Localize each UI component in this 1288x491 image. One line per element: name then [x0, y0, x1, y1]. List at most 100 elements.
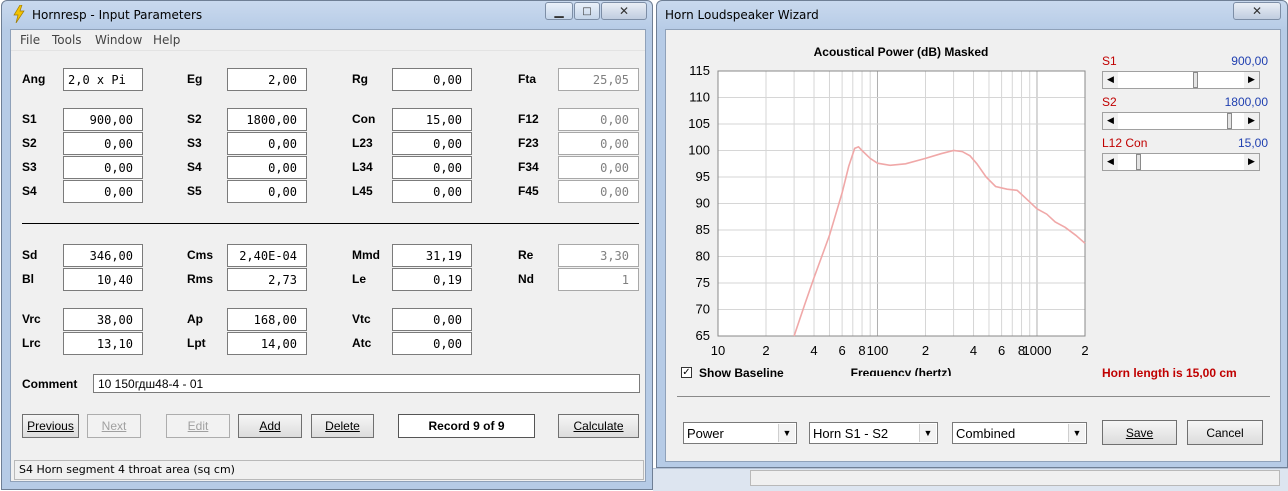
param-label-rg: Rg — [352, 72, 368, 86]
close-icon: ✕ — [618, 4, 630, 18]
edit-button[interactable]: Edit — [166, 414, 230, 438]
param-label-s3: S3 — [22, 160, 37, 174]
slider-1[interactable]: ◀ ▶ — [1102, 112, 1260, 130]
delete-button[interactable]: Delete — [311, 414, 374, 438]
window-title: Hornresp - Input Parameters — [32, 8, 203, 22]
param-input-l34[interactable]: 0,00 — [392, 156, 472, 179]
param-input-mmd[interactable]: 31,19 — [392, 244, 472, 267]
x-tick-label: 6 — [838, 343, 845, 358]
param-input-s2[interactable]: 1800,00 — [227, 108, 307, 131]
param-input-fta[interactable]: 25,05 — [558, 68, 639, 91]
close-button[interactable]: ✕ — [601, 2, 647, 20]
param-input-s5[interactable]: 0,00 — [227, 180, 307, 203]
param-input-rms[interactable]: 2,73 — [227, 268, 307, 291]
param-input-s3[interactable]: 0,00 — [63, 156, 143, 179]
param-input-cms[interactable]: 2,40E-04 — [227, 244, 307, 267]
param-input-nd[interactable]: 1 — [558, 268, 639, 291]
param-label-l45: L45 — [352, 184, 373, 198]
menu-file[interactable]: File — [20, 33, 40, 47]
param-label-eg: Eg — [187, 72, 203, 86]
param-input-lpt[interactable]: 14,00 — [227, 332, 307, 355]
param-input-l45[interactable]: 0,00 — [392, 180, 472, 203]
x-tick-label: 8 — [858, 343, 865, 358]
chart-title: Acoustical Power (dB) Masked — [814, 45, 989, 59]
wizard-close-button[interactable]: ✕ — [1233, 2, 1281, 20]
slider-0[interactable]: ◀ ▶ — [1102, 71, 1260, 89]
save-button-label: Save — [1125, 425, 1154, 440]
show-baseline-label[interactable]: Show Baseline — [699, 366, 784, 380]
arrow-right-icon[interactable]: ▶ — [1244, 113, 1259, 129]
record-indicator: Record 9 of 9 — [398, 414, 535, 438]
param-label-s1: S1 — [22, 112, 37, 126]
slider-value-0: 900,00 — [1231, 54, 1268, 68]
param-input-eg[interactable]: 2,00 — [227, 68, 307, 91]
y-tick-label: 65 — [696, 328, 710, 343]
param-label-s5: S5 — [187, 184, 202, 198]
param-input-lrc[interactable]: 13,10 — [63, 332, 143, 355]
previous-button[interactable]: Previous — [22, 414, 79, 438]
y-tick-label: 95 — [696, 169, 710, 184]
next-button[interactable]: Next — [87, 414, 141, 438]
calculate-button[interactable]: Calculate — [558, 414, 639, 438]
param-input-f34[interactable]: 0,00 — [558, 156, 639, 179]
param-label-lrc: Lrc — [22, 336, 41, 350]
arrow-left-icon[interactable]: ◀ — [1103, 72, 1118, 88]
param-input-s1[interactable]: 900,00 — [63, 108, 143, 131]
cancel-button[interactable]: Cancel — [1187, 420, 1263, 445]
param-label-f34: F34 — [518, 160, 539, 174]
combination-value: Combined — [956, 426, 1016, 441]
menu-help[interactable]: Help — [153, 33, 180, 47]
minimize-button[interactable]: ▁ — [545, 2, 573, 20]
param-input-f12[interactable]: 0,00 — [558, 108, 639, 131]
x-tick-label: 6 — [998, 343, 1005, 358]
param-input-ang[interactable]: 2,0 x Pi — [63, 68, 143, 91]
slider-thumb[interactable] — [1226, 113, 1232, 129]
maximize-button[interactable]: □ — [574, 2, 600, 20]
x-tick-label: 2 — [922, 343, 929, 358]
y-tick-label: 115 — [689, 63, 710, 78]
param-input-ap[interactable]: 168,00 — [227, 308, 307, 331]
menu-window[interactable]: Window — [95, 33, 142, 47]
response-type-select[interactable]: Power ▼ — [683, 422, 797, 444]
combination-select[interactable]: Combined ▼ — [952, 422, 1087, 444]
param-input-vrc[interactable]: 38,00 — [63, 308, 143, 331]
status-bar: S4 Horn segment 4 throat area (sq cm) — [14, 460, 644, 480]
param-input-l23[interactable]: 0,00 — [392, 132, 472, 155]
x-tick-label: 2 — [1081, 343, 1088, 358]
slider-2[interactable]: ◀ ▶ — [1102, 153, 1260, 171]
arrow-left-icon[interactable]: ◀ — [1103, 154, 1118, 170]
slider-thumb[interactable] — [1193, 72, 1199, 88]
param-input-re[interactable]: 3,30 — [558, 244, 639, 267]
param-input-con[interactable]: 15,00 — [392, 108, 472, 131]
x-tick-label: 4 — [810, 343, 817, 358]
param-input-atc[interactable]: 0,00 — [392, 332, 472, 355]
param-input-vtc[interactable]: 0,00 — [392, 308, 472, 331]
comment-input[interactable]: 10 150гдш48-4 - 01 — [93, 374, 640, 393]
arrow-right-icon[interactable]: ▶ — [1244, 72, 1259, 88]
param-input-s2[interactable]: 0,00 — [63, 132, 143, 155]
show-baseline-checkbox[interactable]: ✓ — [681, 367, 692, 378]
param-input-f45[interactable]: 0,00 — [558, 180, 639, 203]
menu-tools[interactable]: Tools — [52, 33, 82, 47]
background-scrollbar[interactable] — [750, 470, 1280, 486]
param-input-sd[interactable]: 346,00 — [63, 244, 143, 267]
param-input-rg[interactable]: 0,00 — [392, 68, 472, 91]
hornresp-app-icon — [12, 4, 26, 26]
param-input-le[interactable]: 0,19 — [392, 268, 472, 291]
add-button[interactable]: Add — [238, 414, 302, 438]
response-type-value: Power — [687, 426, 724, 441]
param-input-s4[interactable]: 0,00 — [63, 180, 143, 203]
horn-length-text: Horn length is 15,00 cm — [1102, 366, 1237, 380]
param-label-le: Le — [352, 272, 367, 286]
arrow-left-icon[interactable]: ◀ — [1103, 113, 1118, 129]
horn-wizard-window: Horn Loudspeaker Wizard ✕ Acoustical Pow… — [656, 0, 1288, 468]
param-label-vrc: Vrc — [22, 312, 41, 326]
save-button[interactable]: Save — [1102, 420, 1177, 445]
arrow-right-icon[interactable]: ▶ — [1244, 154, 1259, 170]
slider-thumb[interactable] — [1136, 154, 1142, 170]
param-input-bl[interactable]: 10,40 — [63, 268, 143, 291]
horn-segment-select[interactable]: Horn S1 - S2 ▼ — [809, 422, 938, 444]
param-input-f23[interactable]: 0,00 — [558, 132, 639, 155]
param-input-s3[interactable]: 0,00 — [227, 132, 307, 155]
param-input-s4[interactable]: 0,00 — [227, 156, 307, 179]
